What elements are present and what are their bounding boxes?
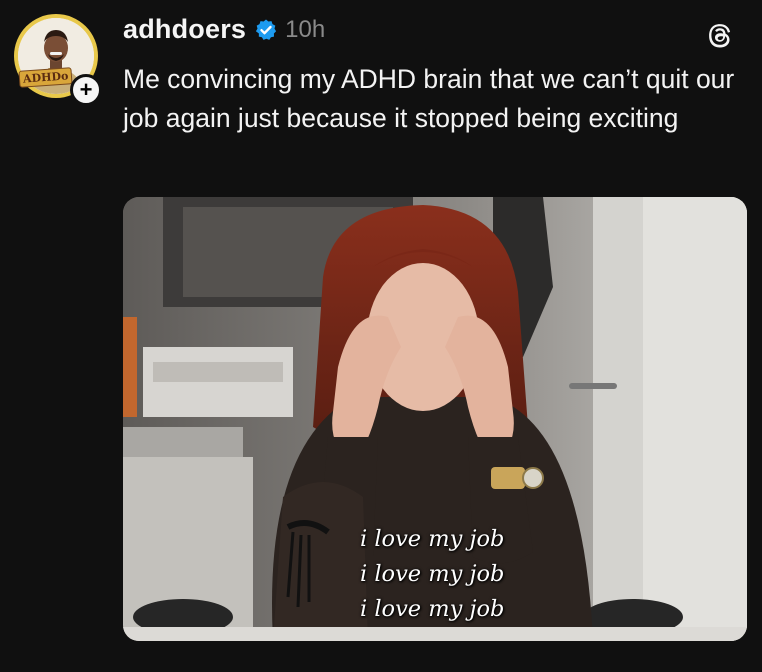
meme-caption-line: i love my job <box>360 596 505 622</box>
post-timestamp: 10h <box>285 15 326 43</box>
post-image[interactable]: i love my job i love my job i love my jo… <box>123 197 747 641</box>
meme-caption-line: i love my job <box>360 526 505 552</box>
verified-badge-icon <box>256 19 277 40</box>
meme-caption-line: i love my job <box>360 561 505 587</box>
post-caption: Me convincing my ADHD brain that we can’… <box>123 64 735 133</box>
post-header: adhdoers 10h <box>123 14 325 45</box>
follow-button[interactable]: + <box>70 74 102 106</box>
meme-caption: i love my job i love my job i love my jo… <box>360 522 580 627</box>
threads-post: ADHDo + adhdoers 10h Me convincing my AD… <box>0 0 762 672</box>
username-link[interactable]: adhdoers <box>123 14 246 45</box>
threads-logo-icon[interactable] <box>704 20 734 50</box>
plus-icon: + <box>79 77 93 102</box>
